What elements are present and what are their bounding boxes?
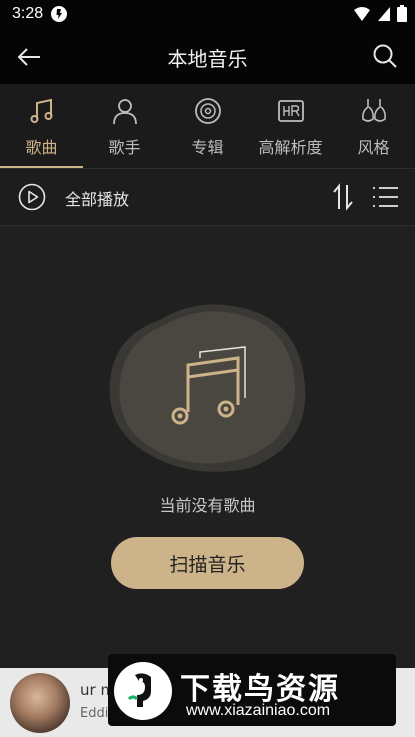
disc-icon — [194, 98, 221, 124]
wifi-icon — [354, 6, 370, 21]
song-artist: Eddi — [80, 706, 109, 721]
status-indicators — [353, 5, 407, 22]
music-note-icon — [30, 98, 52, 123]
tab-songs[interactable]: 歌曲 — [0, 84, 83, 168]
watermark-url: www.xiazainiao.com — [186, 702, 331, 719]
app-header: 本地音乐 — [0, 28, 415, 84]
tab-label: 专辑 — [191, 138, 224, 157]
page-title: 本地音乐 — [167, 47, 248, 71]
play-circle-icon[interactable] — [18, 183, 46, 211]
album-art[interactable] — [10, 673, 70, 733]
battery-icon — [397, 5, 407, 22]
tab-styles[interactable]: 风格 — [332, 84, 415, 168]
divider — [0, 225, 415, 226]
app-notification-icon — [51, 6, 67, 22]
search-icon[interactable] — [371, 42, 399, 70]
tab-hires[interactable]: 高解析度 — [249, 84, 332, 168]
tab-artists[interactable]: 歌手 — [83, 84, 166, 168]
tab-label: 歌手 — [108, 138, 141, 157]
category-tabs: 歌曲 歌手 专辑 高解析度 风格 — [0, 84, 415, 168]
tab-label: 风格 — [357, 138, 390, 157]
play-all-row: 全部播放 — [0, 169, 415, 225]
style-icon — [361, 99, 386, 122]
list-menu-icon[interactable] — [371, 183, 399, 211]
person-icon — [112, 99, 137, 125]
signal-icon — [378, 6, 390, 21]
empty-state-message: 当前没有歌曲 — [159, 496, 256, 515]
status-time: 3:28 — [12, 5, 44, 22]
watermark-logo-icon — [114, 662, 172, 720]
watermark-banner: 下载鸟资源 www.xiazainiao.com — [108, 654, 396, 726]
tab-label: 高解析度 — [258, 138, 323, 157]
tab-label: 歌曲 — [25, 138, 58, 157]
hr-icon — [277, 100, 304, 122]
empty-music-illustration — [109, 304, 306, 472]
tab-albums[interactable]: 专辑 — [166, 84, 249, 168]
scan-music-button[interactable]: 扫描音乐 — [111, 537, 304, 589]
sort-icon[interactable] — [329, 183, 357, 211]
play-all-button[interactable]: 全部播放 — [65, 186, 129, 210]
status-bar: 3:28 — [0, 0, 415, 28]
